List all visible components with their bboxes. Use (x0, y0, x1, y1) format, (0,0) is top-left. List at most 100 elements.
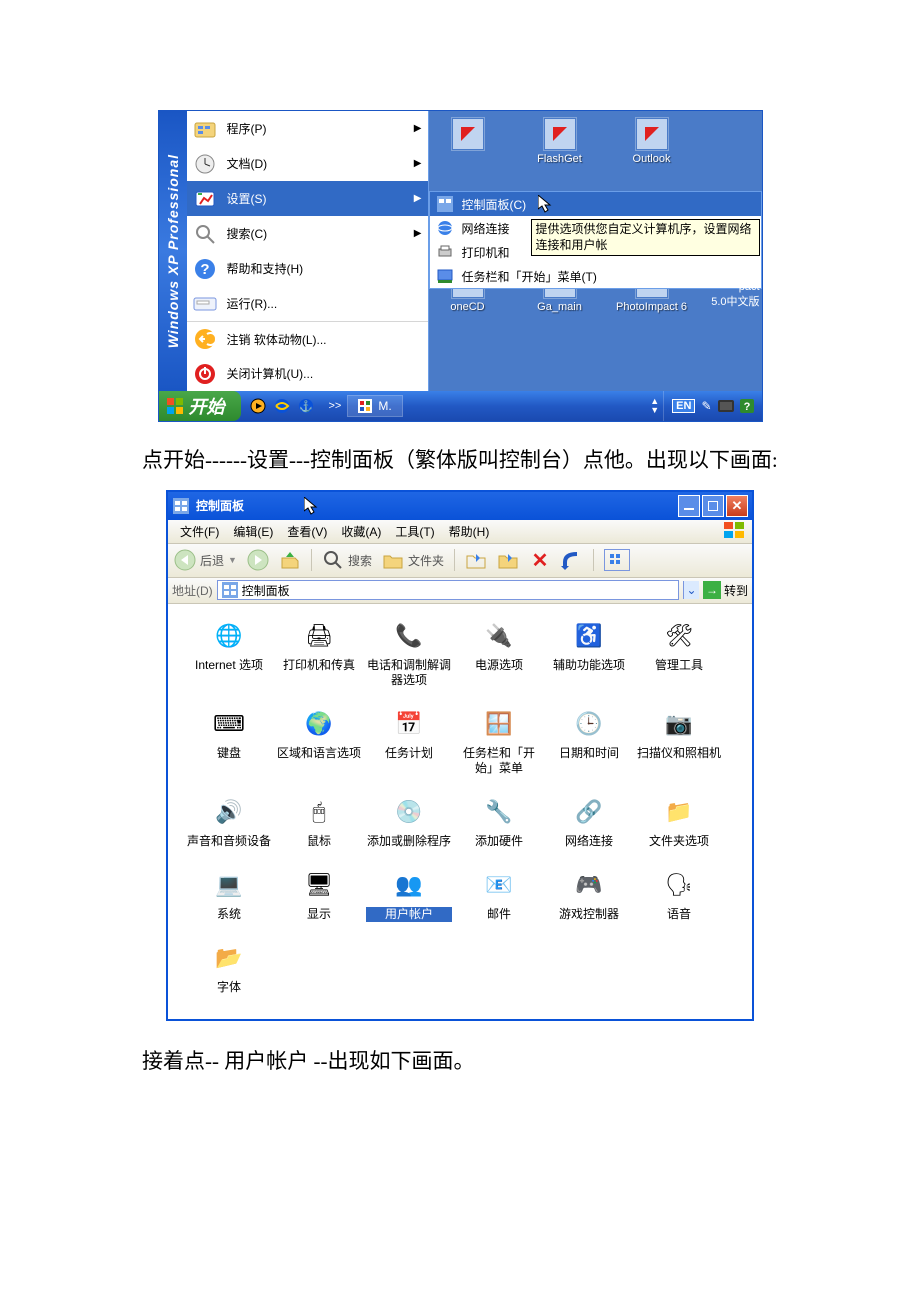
go-button[interactable]: → 转到 (703, 581, 748, 599)
control-panel-item[interactable]: ♿辅助功能选项 (546, 618, 632, 688)
control-panel-item-icon: 🖨 (301, 618, 337, 654)
media-player-icon[interactable] (249, 397, 267, 415)
control-panel-item[interactable]: 🌍 区域和语言选项 (276, 706, 362, 776)
control-panel-item[interactable]: 🗣语音 (636, 867, 722, 922)
start-menu-item[interactable]: 运行(R)... (187, 286, 428, 321)
control-panel-item[interactable]: 🌐Internet 选项 (186, 618, 272, 688)
control-panel-item[interactable]: 🖥显示 (276, 867, 362, 922)
app-icon (358, 399, 372, 413)
folders-button[interactable]: 文件夹 (382, 549, 444, 571)
up-button[interactable] (279, 549, 301, 571)
shortcut-label: FlashGet (523, 153, 597, 165)
taskbar-icon (436, 267, 454, 285)
maximize-button[interactable] (702, 495, 724, 517)
control-panel-item-label: 用户帐户 (366, 907, 452, 922)
address-dropdown[interactable]: ⌄ (683, 581, 699, 599)
control-panel-item[interactable]: 📂字体 (186, 940, 272, 995)
start-menu-item[interactable]: 搜索(C)▶ (187, 216, 428, 251)
search-button[interactable]: 搜索 (322, 549, 372, 571)
desktop-shortcut[interactable]: Outlook (615, 117, 689, 165)
forward-button[interactable] (247, 549, 269, 571)
language-indicator[interactable]: EN (672, 399, 695, 413)
menu-item[interactable]: 工具(T) (389, 521, 440, 542)
taskbar-scroll[interactable]: ▲▼ (646, 397, 663, 415)
minimize-button[interactable] (678, 495, 700, 517)
menu-bar: 文件(F)编辑(E)查看(V)收藏(A)工具(T)帮助(H) (168, 520, 752, 544)
control-panel-item[interactable]: 🔌电源选项 (456, 618, 542, 688)
control-panel-item[interactable]: 🎮游戏控制器 (546, 867, 632, 922)
start-menu-item[interactable]: 文档(D)▶ (187, 146, 428, 181)
control-panel-item[interactable]: 🕒日期和时间 (546, 706, 632, 776)
taskbar-app-button[interactable]: M. (347, 395, 402, 417)
cursor-icon (538, 195, 552, 213)
control-panel-item[interactable]: 📁文件夹选项 (636, 794, 722, 849)
control-panel-tooltip: 提供选项供您自定义计算机序，设置网络连接和用户帐 (531, 219, 760, 256)
menu-item[interactable]: 收藏(A) (335, 521, 387, 542)
undo-icon[interactable] (561, 549, 583, 571)
menu-item[interactable]: 查看(V) (281, 521, 333, 542)
control-panel-item[interactable]: 📅任务计划 (366, 706, 452, 776)
control-panel-item-label: 扫描仪和照相机 (636, 746, 722, 761)
menu-item[interactable]: 编辑(E) (227, 521, 279, 542)
keyboard-tray-icon[interactable] (718, 400, 734, 412)
control-panel-item-label: 键盘 (186, 746, 272, 761)
control-panel-item[interactable]: 👥用户帐户 (366, 867, 452, 922)
control-panel-item[interactable]: ⌨键盘 (186, 706, 272, 776)
quick-launch: ⚓ (241, 397, 323, 415)
back-button[interactable]: 后退 ▼ (174, 549, 237, 571)
control-panel-item[interactable]: 🔗网络连接 (546, 794, 632, 849)
windows-logo-icon (167, 398, 185, 414)
control-panel-item-label: 辅助功能选项 (546, 658, 632, 673)
control-panel-item-label: 打印机和传真 (276, 658, 362, 673)
control-panel-item[interactable]: 🖱鼠标 (276, 794, 362, 849)
menu-item[interactable]: 帮助(H) (443, 521, 496, 542)
control-panel-grid: 🌐Internet 选项 🖨 打印机和传真 📞电话和调制解调器选项🔌电源选项♿辅助功能… (186, 618, 734, 995)
ie-icon[interactable] (273, 397, 291, 415)
control-panel-item[interactable]: 🛠管理工具 (636, 618, 722, 688)
back-icon (174, 549, 196, 571)
start-menu-item[interactable]: ?帮助和支持(H) (187, 251, 428, 286)
menu-item[interactable]: 文件(F) (174, 521, 225, 542)
settings-submenu-label: 控制面板(C) (462, 196, 527, 213)
control-panel-item[interactable]: 📧邮件 (456, 867, 542, 922)
control-panel-item-icon: 🖱 (301, 794, 337, 830)
start-menu-item[interactable]: 注销 软体动物(L)... (187, 321, 428, 356)
control-panel-item[interactable]: 🔧添加硬件 (456, 794, 542, 849)
control-panel-item[interactable]: 💿添加或删除程序 (366, 794, 452, 849)
control-panel-item-icon: 🌍 (301, 706, 337, 742)
anchor-icon[interactable]: ⚓ (297, 397, 315, 415)
logoff-icon (193, 327, 217, 351)
control-panel-item[interactable]: 🪟任务栏和「开始」菜单 (456, 706, 542, 776)
control-panel-item-label: 区域和语言选项 (276, 746, 362, 761)
shortcut-label: Ga_main (523, 301, 597, 313)
settings-submenu-item[interactable]: 控制面板(C) (430, 192, 761, 216)
start-button[interactable]: 开始 (159, 391, 241, 421)
delete-icon[interactable]: ✕ (529, 549, 551, 571)
start-menu-item[interactable]: 设置(S)▶ (187, 181, 428, 216)
control-panel-item[interactable]: 🔊声音和音频设备 (186, 794, 272, 849)
quick-launch-chevron[interactable]: >> (323, 400, 348, 412)
help-tray-icon[interactable]: ? (740, 399, 754, 413)
control-panel-item-icon: 📞 (391, 618, 427, 654)
control-panel-item[interactable]: 💻系统 (186, 867, 272, 922)
control-panel-item[interactable]: 📷扫描仪和照相机 (636, 706, 722, 776)
pen-icon[interactable]: ✎ (701, 399, 711, 413)
window-titlebar[interactable]: 控制面板 ✕ (168, 492, 752, 520)
desktop-shortcut[interactable]: FlashGet (523, 117, 597, 165)
address-field[interactable]: 控制面板 (217, 580, 679, 600)
desktop-shortcut[interactable] (431, 117, 505, 165)
svg-text:?: ? (200, 261, 209, 278)
copy-to-icon[interactable] (497, 549, 519, 571)
move-to-icon[interactable] (465, 549, 487, 571)
views-button[interactable] (604, 549, 630, 571)
control-panel-item[interactable]: 📞电话和调制解调器选项 (366, 618, 452, 688)
control-panel-item[interactable]: 🖨 打印机和传真 (276, 618, 362, 688)
close-button[interactable]: ✕ (726, 495, 748, 517)
control-panel-item-label: 显示 (276, 907, 362, 922)
control-panel-item-icon: 📧 (481, 867, 517, 903)
svg-text:⚓: ⚓ (299, 400, 313, 413)
control-panel-window: 控制面板 ✕ 文件(F)编辑(E)查看(V)收藏(A)工具(T)帮助(H) 后退… (166, 490, 754, 1021)
start-menu-item[interactable]: 关闭计算机(U)... (187, 356, 428, 391)
control-panel-icon (436, 195, 454, 213)
start-menu-item[interactable]: 程序(P)▶ (187, 111, 428, 146)
